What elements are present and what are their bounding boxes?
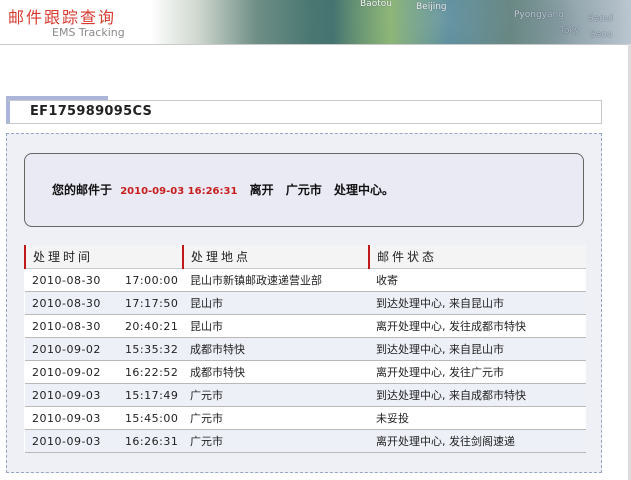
page-title: 邮件跟踪查询 [8,8,117,27]
cell-date: 2010-09-02 [32,342,101,356]
cell-time: 2010-09-03 15:45:00 [25,406,183,430]
cell-status: 离开处理中心, 发往广元市 [369,360,586,384]
map-label: Seoul [588,14,613,24]
map-label: Seou [590,30,613,40]
status-action: 离开 [249,183,274,197]
tracking-table: 处理时间 处理地点 邮件状态 2010-08-30 17:00:00 昆山市新镇邮… [24,245,586,453]
cell-time: 2010-09-02 15:35:32 [25,337,183,361]
table-row: 2010-08-30 17:00:00 昆山市新镇邮政速递营业部 收寄 [25,268,586,292]
cell-clock: 15:45:00 [124,411,179,425]
cell-status: 离开处理中心, 发往剑阁速递 [369,429,586,453]
table-row: 2010-09-02 16:22:52 成都市特快 离开处理中心, 发往广元市 [25,360,586,384]
column-header-time: 处理时间 [24,245,183,269]
tracking-number-tab: EF175989095CS [6,100,602,124]
map-banner-image: Baotou Beijing Pyongyang Seoul Toky Seou [150,0,631,44]
column-header-status: 邮件状态 [368,245,586,269]
cell-date: 2010-09-03 [32,388,101,402]
cell-clock: 20:40:21 [124,319,179,333]
cell-clock: 16:26:31 [124,434,179,448]
cell-location: 广元市 [183,429,369,453]
table-row: 2010-09-02 15:35:32 成都市特快 到达处理中心, 来自昆山市 [25,337,586,361]
table-row: 2010-08-30 20:40:21 昆山市 离开处理中心, 发往成都市特快 [25,314,586,338]
cell-time: 2010-09-03 15:17:49 [25,383,183,407]
cell-location: 成都市特快 [183,337,369,361]
cell-date: 2010-09-03 [32,434,101,448]
tracking-number: EF175989095CS [30,104,153,119]
cell-date: 2010-08-30 [32,296,101,310]
cell-time: 2010-08-30 20:40:21 [25,314,183,338]
cell-clock: 17:17:50 [124,296,179,310]
page-subtitle: EMS Tracking [52,26,125,39]
cell-clock: 15:35:32 [124,342,179,356]
cell-time: 2010-08-30 17:00:00 [25,268,183,292]
table-header-row: 处理时间 处理地点 邮件状态 [24,245,586,269]
cell-time: 2010-09-02 16:22:52 [25,360,183,384]
cell-status: 到达处理中心, 来自成都市特快 [369,383,586,407]
tracking-panel: 您的邮件于 2010-09-03 16:26:31 离开 广元市 处理中心。 处… [6,133,602,473]
table-row: 2010-09-03 16:26:31 广元市 离开处理中心, 发往剑阁速递 [25,429,586,453]
tracking-table-wrapper: 处理时间 处理地点 邮件状态 2010-08-30 17:00:00 昆山市新镇邮… [24,245,586,453]
header-banner: 邮件跟踪查询 EMS Tracking Baotou Beijing Pyong… [0,0,631,45]
map-label: Toky [560,26,580,36]
status-city: 广元市 [285,183,322,197]
cell-status: 离开处理中心, 发往成都市特快 [369,314,586,338]
cell-clock: 17:00:00 [124,273,179,287]
cell-location: 昆山市新镇邮政速递营业部 [183,268,369,292]
table-row: 2010-08-30 17:17:50 昆山市 到达处理中心, 来自昆山市 [25,291,586,315]
cell-status: 到达处理中心, 来自昆山市 [369,337,586,361]
cell-date: 2010-08-30 [32,273,101,287]
table-row: 2010-09-03 15:17:49 广元市 到达处理中心, 来自成都市特快 [25,383,586,407]
status-place: 处理中心。 [334,183,395,197]
cell-date: 2010-09-03 [32,411,101,425]
cell-location: 昆山市 [183,291,369,315]
map-label: Pyongyang [514,10,564,20]
status-timestamp: 2010-09-03 16:26:31 [120,186,238,197]
cell-location: 广元市 [183,406,369,430]
status-summary-text: 您的邮件于 2010-09-03 16:26:31 离开 广元市 处理中心。 [52,181,398,198]
cell-clock: 16:22:52 [124,365,179,379]
cell-time: 2010-09-03 16:26:31 [25,429,183,453]
status-prefix: 您的邮件于 [52,183,113,197]
cell-clock: 15:17:49 [124,388,179,402]
cell-location: 广元市 [183,383,369,407]
table-row: 2010-09-03 15:45:00 广元市 未妥投 [25,406,586,430]
cell-time: 2010-08-30 17:17:50 [25,291,183,315]
cell-date: 2010-09-02 [32,365,101,379]
cell-date: 2010-08-30 [32,319,101,333]
column-header-location: 处理地点 [182,245,369,269]
map-label: Beijing [416,2,447,12]
cell-status: 到达处理中心, 来自昆山市 [369,291,586,315]
cell-status: 未妥投 [369,406,586,430]
cell-location: 昆山市 [183,314,369,338]
status-summary-box: 您的邮件于 2010-09-03 16:26:31 离开 广元市 处理中心。 [24,153,584,227]
cell-status: 收寄 [369,268,586,292]
cell-location: 成都市特快 [183,360,369,384]
map-label: Baotou [360,0,392,9]
